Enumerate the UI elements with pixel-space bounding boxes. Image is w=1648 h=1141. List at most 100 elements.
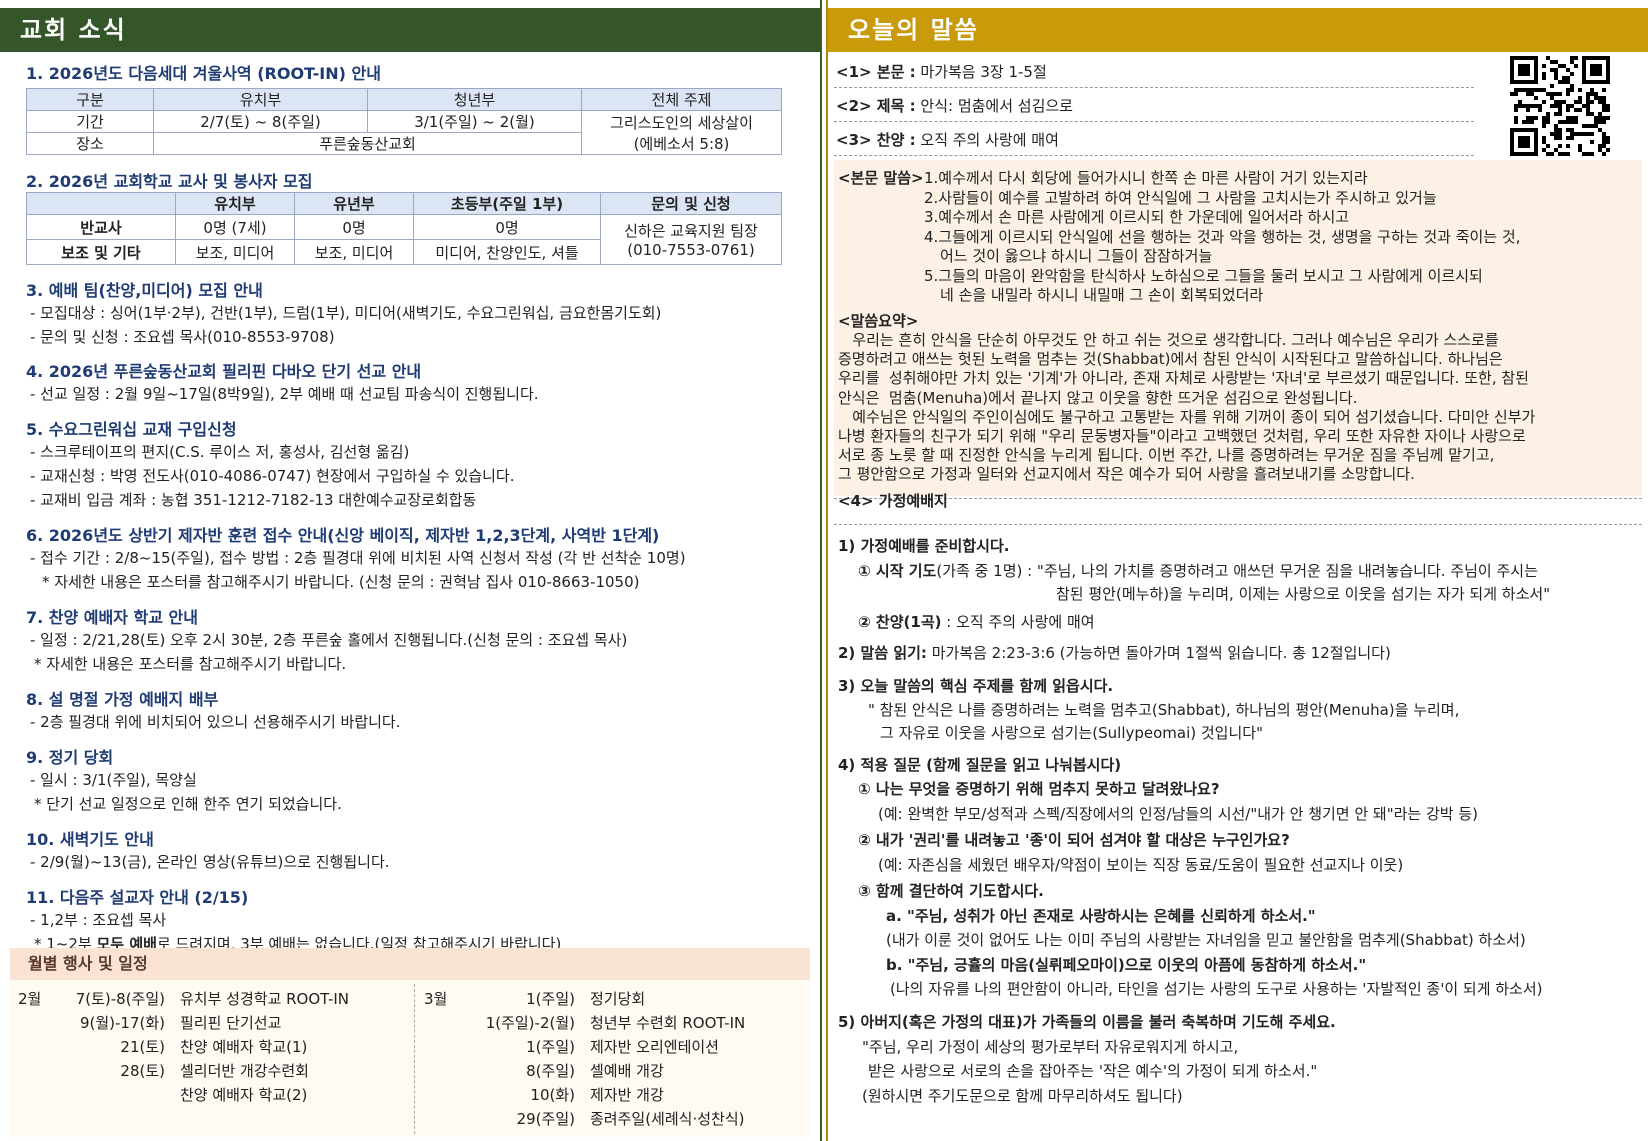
- section-title-1: 1. 2026년도 다음세대 겨울사역 (ROOT-IN) 안내: [26, 64, 381, 83]
- table-cell: 2/7(토) ~ 8(주일): [153, 110, 368, 133]
- schedule-event: 필리핀 단기선교: [180, 1014, 282, 1032]
- verse-line: 1.예수께서 다시 회당에 들어가시니 한쪽 손 마른 사람이 거기 있는지라: [924, 169, 1368, 187]
- table-cell: 장소: [26, 132, 154, 155]
- verse-line: 4.그들에게 이르시되 안식일에 선을 행하는 것과 악을 행하는 것, 생명을…: [924, 227, 1521, 246]
- schedule-date: 1(주일): [526, 990, 575, 1008]
- schedule-date: 21(토): [120, 1038, 165, 1056]
- summary-line: 우리를 성취해야만 가치 있는 '기계'가 아니라, 존재 자체로 사랑받는 '…: [838, 369, 1529, 388]
- verse-line: 2.사람들이 예수를 고발하려 하여 안식일에 그 사람을 고치시는가 주시하고…: [924, 188, 1437, 207]
- church-news-panel: 교회 소식 1. 2026년도 다음세대 겨울사역 (ROOT-IN) 안내 구…: [0, 0, 822, 1141]
- blessing-line: 받은 사랑으로 서로의 손을 잡아주는 '작은 예수'의 가정이 되게 하소서.…: [868, 1062, 1318, 1080]
- section-title-8: 8. 설 명절 가정 예배지 배부: [26, 690, 219, 709]
- verse-line: 3.예수께서 손 마른 사람에게 이르시되 한 가운데에 일어서라 하시고: [924, 208, 1350, 226]
- scripture-label: <본문 말씀>: [838, 169, 924, 187]
- prayer-a: a. "주님, 성취가 아닌 존재로 사랑하시는 은혜를 신뢰하게 하소서.": [886, 907, 1316, 925]
- news-line: - 2/9(월)~13(금), 온라인 영상(유튜브)으로 진행됩니다.: [30, 853, 390, 871]
- family-hymn-text: : 오직 주의 사랑에 매여: [941, 613, 1095, 631]
- table-cell: 기간: [26, 110, 154, 133]
- family-hymn: ② 찬양(1곡) : 오직 주의 사랑에 매여: [858, 611, 1095, 632]
- prayer-b: b. "주님, 긍휼의 마음(실뤼페오마이)으로 이웃의 아픔에 동참하게 하소…: [886, 956, 1367, 974]
- contact-cell: 신하은 교육지원 팀장 (010-7553-0761): [600, 214, 782, 265]
- section-title-11: 11. 다음주 설교자 안내 (2/15): [26, 888, 249, 907]
- news-line: - 교재비 입금 계좌 : 농협 351-1212-7182-13 대한예수교장…: [30, 491, 477, 509]
- news-note: * 자세한 내용은 포스터를 참고해주시기 바랍니다.: [34, 655, 347, 673]
- table-header: 청년부: [367, 88, 582, 111]
- news-line: - 모집대상 : 싱어(1부·2부), 건반(1부), 드럼(1부), 미디어(…: [30, 304, 662, 322]
- schedule-date: 9(월)-17(화): [79, 1014, 165, 1032]
- schedule-date: 28(토): [120, 1062, 165, 1080]
- month-label-mar: 3월: [424, 990, 448, 1008]
- summary-line: 우리는 흔히 안식을 단순히 아무것도 안 하고 쉬는 것으로 생각합니다. 그…: [838, 331, 1499, 349]
- news-line: - 문의 및 신청 : 조요셉 목사(010-8553-9708): [30, 328, 335, 346]
- table-header: 전체 주제: [581, 88, 782, 111]
- family-step-1: 1) 가정예배를 준비합시다.: [838, 537, 1010, 555]
- schedule-date: 29(주일): [516, 1110, 575, 1128]
- opening-prayer: ① 시작 기도(가족 중 1명) : "주님, 나의 가치를 증명하려고 애쓰던…: [858, 560, 1538, 581]
- verse-line: 어느 것이 옳으냐 하시니 그들이 잠잠하거늘: [940, 247, 1213, 265]
- news-line: - 일정 : 2/21,28(토) 오후 2시 30분, 2층 푸른숲 홀에서 …: [30, 631, 628, 649]
- monthly-schedule-title: 월별 행사 및 일정: [10, 948, 810, 980]
- todays-word-header: 오늘의 말씀: [828, 8, 1648, 52]
- blessing-note: (원하시면 주기도문으로 함께 마무리하셔도 됩니다): [862, 1087, 1183, 1105]
- table-cell: 0명: [294, 214, 414, 240]
- news-note: * 단기 선교 일정으로 인해 한주 연기 되었습니다.: [34, 795, 342, 813]
- news-line: - 일시 : 3/1(주일), 목양실: [30, 771, 197, 789]
- schedule-event: 유치부 성경학교 ROOT-IN: [180, 990, 350, 1008]
- blessing-line: "주님, 우리 가정이 세상의 평가로부터 자유로워지게 하시고,: [862, 1038, 1239, 1056]
- schedule-event: 셀예배 개강: [590, 1062, 664, 1080]
- news-line: - 선교 일정 : 2월 9일~17일(8박9일), 2부 예배 때 선교팀 파…: [30, 385, 539, 403]
- schedule-event: 종려주일(세례식·성찬식): [590, 1110, 745, 1128]
- core-theme-line: 그 자유로 이웃을 사랑으로 섬기는(Sullypeomai) 것입니다": [880, 724, 1263, 742]
- prayer-a-note: (내가 이룬 것이 없어도 나는 이미 주님의 사랑받는 자녀임을 믿고 불안함…: [886, 931, 1526, 949]
- table-header: 구분: [26, 88, 154, 111]
- schedule-date: 1(주일): [526, 1038, 575, 1056]
- summary-label: <말씀요약>: [838, 312, 919, 330]
- schedule-event: 찬양 예배자 학교(2): [180, 1086, 308, 1104]
- root-in-table: 구분 유치부 청년부 전체 주제 기간 2/7(토) ~ 8(주일) 3/1(주…: [26, 88, 782, 155]
- theme-line: 그리스도인의 세상살이: [610, 113, 753, 132]
- schedule-event: 청년부 수련회 ROOT-IN: [590, 1014, 746, 1032]
- section-title-10: 10. 새벽기도 안내: [26, 830, 154, 849]
- schedule-event: 정기당회: [590, 990, 646, 1008]
- family-step-2: 2) 말씀 읽기: 마가복음 2:23-3:6 (가능하면 돌아가며 1절씩 읽…: [838, 642, 1391, 663]
- reading-text: 마가복음 2:23-3:6 (가능하면 돌아가며 1절씩 읽습니다. 총 12절…: [926, 644, 1391, 662]
- family-step-3: 3) 오늘 말씀의 핵심 주제를 함께 읽읍시다.: [838, 677, 1114, 695]
- question-3: ③ 함께 결단하여 기도합시다.: [858, 882, 1044, 900]
- prayer-b-note: (나의 자유를 나의 편안함이 아니라, 타인을 섬기는 사랑의 도구로 사용하…: [890, 980, 1543, 998]
- divider: [834, 524, 1642, 525]
- theme-line: (에베소서 5:8): [633, 134, 730, 153]
- family-step-4: 4) 적용 질문 (함께 질문을 읽고 나눠봅시다): [838, 756, 1122, 774]
- church-news-header: 교회 소식: [0, 8, 820, 52]
- schedule-date: 1(주일)-2(월): [485, 1014, 575, 1032]
- month-label-feb: 2월: [18, 990, 42, 1008]
- table-cell: 0명: [413, 214, 601, 240]
- hymn-value: 오직 주의 사랑에 매여: [915, 131, 1059, 149]
- schedule-date: 8(주일): [526, 1062, 575, 1080]
- contact-line: (010-7553-0761): [627, 241, 755, 259]
- summary-line: 증명하려고 애쓰는 헛된 노력을 멈추는 것(Shabbat)에서 참된 안식이…: [838, 350, 1503, 369]
- news-line: - 접수 기간 : 2/8~15(주일), 접수 방법 : 2층 필경대 위에 …: [30, 549, 686, 567]
- news-line: - 1,2부 : 조요셉 목사: [30, 911, 167, 929]
- family-worship-label: <4> 가정예배지: [838, 492, 948, 510]
- teacher-table: 유치부 유년부 초등부(주일 1부) 문의 및 신청 반교사 0명 (7세) 0…: [26, 192, 782, 265]
- text-label: <1> 본문 :: [836, 63, 916, 81]
- verse-line: 네 손을 내밀라 하시니 내밀매 그 손이 회복되었더라: [940, 286, 1264, 304]
- text-row: <1> 본문 : 마가복음 3장 1-5절: [834, 56, 1474, 88]
- text-value: 마가복음 3장 1-5절: [915, 63, 1047, 81]
- section-title-5: 5. 수요그린워십 교재 구입신청: [26, 420, 237, 439]
- news-note: * 자세한 내용은 포스터를 참고해주시기 바랍니다. (신청 문의 : 권혁남…: [42, 573, 640, 591]
- summary-line: 그 평안함으로 가정과 일터와 선교지에서 작은 예수가 되어 사랑을 흘려보내…: [838, 465, 1415, 484]
- hymn-label: <3> 찬양 :: [836, 131, 916, 149]
- reading-label: 2) 말씀 읽기:: [838, 644, 927, 662]
- table-header: [26, 192, 176, 215]
- table-cell: 보조, 미디어: [175, 239, 295, 265]
- table-header: 초등부(주일 1부): [413, 192, 601, 215]
- schedule-event: 찬양 예배자 학교(1): [180, 1038, 308, 1056]
- section-title-2: 2. 2026년 교회학교 교사 및 봉사자 모집: [26, 172, 313, 191]
- table-cell: 0명 (7세): [175, 214, 295, 240]
- question-1-example: (예: 완벽한 부모/성적과 스펙/직장에서의 인정/남들의 시선/"내가 안 …: [878, 805, 1479, 823]
- divider: [834, 498, 1642, 499]
- summary-line: 서로 종 노릇 할 때 진정한 안식을 누리게 됩니다. 이번 주간, 나를 증…: [838, 446, 1495, 465]
- title-label: <2> 제목 :: [836, 97, 916, 115]
- question-2: ② 내가 '권리'를 내려놓고 '종'이 되어 섬겨야 할 대상은 누구인가요?: [858, 831, 1290, 849]
